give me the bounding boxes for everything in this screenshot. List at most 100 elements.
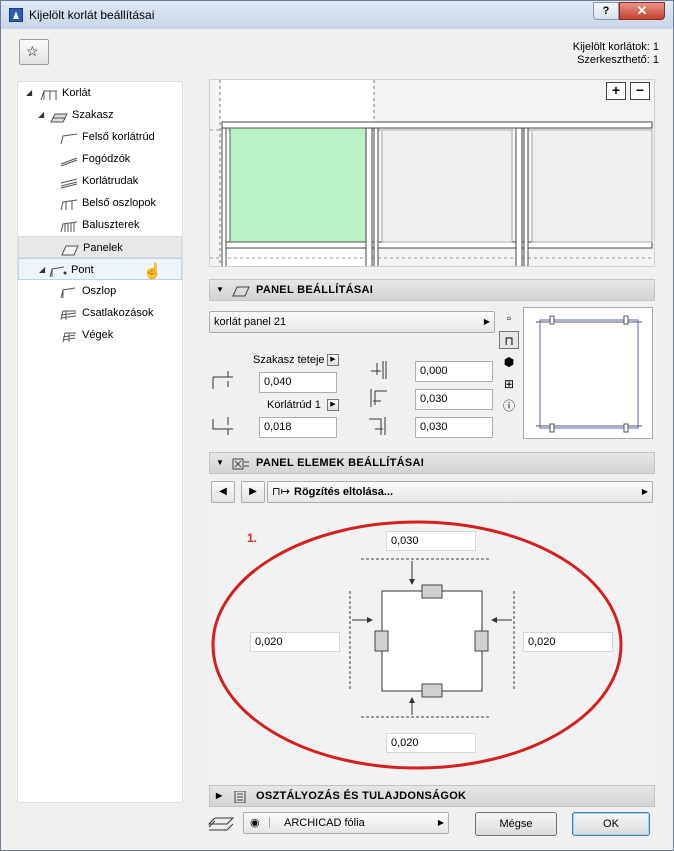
tree-item-fogodzok[interactable]: Fogódzók	[22, 148, 182, 170]
previous-button[interactable]: ◀	[211, 481, 235, 503]
section-title: PANEL ELEMEK BEÁLLÍTÁSAI	[256, 457, 425, 469]
section-title: OSZTÁLYOZÁS ÉS TULAJDONSÁGOK	[256, 790, 467, 802]
panel-type-value: korlát panel 21	[214, 316, 287, 328]
tree-item-korlatrudak[interactable]: Korlátrudak	[22, 170, 182, 192]
tree-item-panelek[interactable]: Panelek	[18, 236, 182, 258]
elevation-view-icon[interactable]: ⊓	[499, 331, 519, 349]
dropdown-arrow-icon: ▶	[483, 317, 490, 326]
layer-stack-icon	[207, 814, 235, 834]
help-button[interactable]: ?	[593, 2, 619, 20]
post-icon	[60, 285, 78, 299]
panel-preview-drawing	[536, 315, 642, 433]
tree-item-felso-korlatrud[interactable]: Felső korlátrúd	[22, 126, 182, 148]
panel-settings-header[interactable]: ▼ PANEL BEÁLLÍTÁSAI	[209, 279, 655, 301]
close-button[interactable]: ✕	[619, 2, 665, 20]
element-right-offset-field[interactable]: 0,020	[523, 632, 613, 652]
railing-icon	[40, 87, 58, 101]
archicad-icon	[9, 8, 23, 22]
gap-bottom-icon	[367, 415, 391, 437]
tree-label: Korlát	[62, 87, 91, 99]
ok-button[interactable]: OK	[572, 812, 650, 836]
panel-element-mode-dropdown[interactable]: ⊓↦ Rögzítés eltolása... ▶	[267, 481, 653, 503]
selected-count: Kijelölt korlátok: 1	[572, 41, 659, 53]
connections-icon	[60, 307, 78, 321]
collapse-icon[interactable]: ◢	[38, 104, 46, 126]
gap-top-icon	[367, 387, 391, 409]
handrail-icon	[60, 153, 78, 167]
ends-icon	[60, 329, 78, 343]
top-rail-icon	[60, 131, 78, 145]
2d-view-icon[interactable]: ▫	[499, 309, 519, 327]
info-icon[interactable]: ⓘ	[499, 397, 519, 415]
layer-dropdown[interactable]: ◉ | ARCHICAD fólia ▶	[243, 812, 449, 834]
dropdown-arrow-icon: ▶	[641, 487, 648, 496]
tree-label: Korlátrudak	[82, 175, 139, 187]
tree-item-belso-oszlopok[interactable]: Belső oszlopok	[22, 192, 182, 214]
panel-type-dropdown[interactable]: korlát panel 21 ▶	[209, 311, 495, 333]
inset-icon	[367, 359, 391, 381]
bottom-reference-arrow-button[interactable]: ▶	[327, 399, 339, 411]
dialog-window: Kijelölt korlát beállításai ? ✕ ☆ Kijelö…	[0, 0, 674, 851]
tree-item-korlat[interactable]: ◢ Korlát	[22, 82, 182, 104]
zoom-in-button[interactable]: +	[606, 82, 626, 100]
panel-icon	[232, 284, 250, 297]
favorites-button[interactable]: ☆	[19, 39, 49, 65]
gap-top-field[interactable]: 0,030	[415, 389, 493, 410]
bottom-offset-field[interactable]: 0,018	[259, 417, 337, 438]
zoom-out-button[interactable]: −	[630, 82, 650, 100]
rails-icon	[60, 175, 78, 189]
expanded-triangle-icon: ▼	[216, 285, 224, 294]
section-view-icon[interactable]: ⊞	[499, 375, 519, 393]
top-offset-icon	[211, 369, 235, 391]
tree-label: Végek	[82, 329, 114, 341]
3d-view-icon[interactable]: ⬢	[499, 353, 519, 371]
bottom-reference-label: Korlátrúd 1	[267, 399, 321, 411]
dropdown-arrow-icon: ▶	[437, 818, 444, 827]
annotation-number: 1.	[247, 531, 258, 545]
tree-label: Belső oszlopok	[82, 197, 156, 209]
classification-header[interactable]: ▶ OSZTÁLYOZÁS ÉS TULAJDONSÁGOK	[209, 785, 655, 807]
tree-item-szakasz[interactable]: ◢ Szakasz	[22, 104, 182, 126]
tree-item-oszlop[interactable]: Oszlop	[22, 280, 182, 302]
tree-label: Felső korlátrúd	[82, 131, 155, 143]
tree-label: Oszlop	[82, 285, 117, 297]
separator: |	[268, 816, 271, 828]
element-top-offset-field[interactable]: 0,030	[386, 531, 476, 551]
panel-elements-settings-header[interactable]: ▼ PANEL ELEMEK BEÁLLÍTÁSAI	[209, 452, 655, 474]
gap-bottom-field[interactable]: 0,030	[415, 417, 493, 438]
section-title: PANEL BEÁLLÍTÁSAI	[256, 284, 374, 296]
tree-item-csatlakozasok[interactable]: Csatlakozások	[22, 302, 182, 324]
top-reference-label: Szakasz teteje	[253, 354, 325, 366]
settings-tree: ◢ Korlát ◢ Szakasz Felső korlátrúd Fogód…	[17, 81, 183, 803]
tree-label: Csatlakozások	[82, 307, 154, 319]
editable-count: Szerkeszthető: 1	[577, 54, 659, 66]
collapse-icon[interactable]: ◢	[26, 82, 34, 104]
expanded-triangle-icon: ▼	[216, 458, 224, 467]
eye-icon: ◉	[250, 817, 260, 829]
title-bar: Kijelölt korlát beállításai ? ✕	[1, 1, 673, 29]
tree-label: Pont	[71, 264, 94, 276]
top-reference-arrow-button[interactable]: ▶	[327, 354, 339, 366]
classification-icon	[232, 790, 250, 804]
collapsed-triangle-icon: ▶	[216, 791, 223, 800]
tree-item-baluszterek[interactable]: Baluszterek	[22, 214, 182, 236]
panels-icon	[61, 242, 79, 256]
tree-label: Fogódzók	[82, 153, 131, 165]
segment-icon	[50, 109, 68, 123]
element-left-offset-field[interactable]: 0,020	[250, 632, 340, 652]
inset-field[interactable]: 0,000	[415, 361, 493, 382]
top-offset-field[interactable]: 0,040	[259, 372, 337, 393]
selection-info: Kijelölt korlátok: 1 Szerkeszthető: 1	[573, 41, 659, 67]
window-title: Kijelölt korlát beállításai	[29, 8, 155, 22]
tree-item-vegek[interactable]: Végek	[22, 324, 182, 346]
panel-element-mode-value: Rögzítés eltolása...	[294, 486, 394, 498]
anchor-offset-icon: ⊓↦	[272, 486, 290, 498]
next-button[interactable]: ▶	[241, 481, 265, 503]
tree-item-pont[interactable]: ◢ Pont ☝	[18, 258, 182, 280]
panel-elements-icon	[232, 457, 250, 470]
node-icon	[49, 264, 67, 278]
panel-preview	[523, 307, 653, 439]
collapse-icon[interactable]: ◢	[39, 259, 47, 281]
cancel-button[interactable]: Mégse	[475, 812, 557, 836]
element-bottom-offset-field[interactable]: 0,020	[386, 733, 476, 753]
